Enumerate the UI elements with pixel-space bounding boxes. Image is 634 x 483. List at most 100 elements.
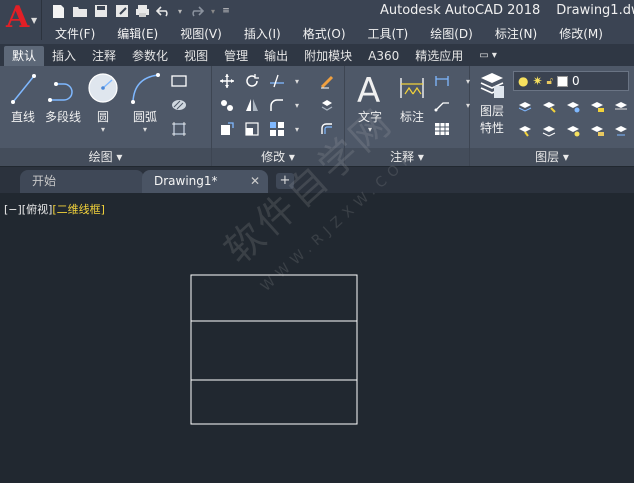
layer-unlock-icon[interactable] [588,121,606,139]
save-as-icon[interactable] [113,3,130,20]
layer-make-current-icon[interactable] [516,121,534,139]
layers-panel: 图层 特性 ● ✷ 🔓︎ 0 图层 ▾ [470,66,634,166]
chevron-down-icon[interactable]: ▾ [124,125,166,134]
window-title: Autodesk AutoCAD 2018 Drawing1.dwg [380,3,634,18]
sun-icon[interactable]: ✷ [532,74,542,88]
menu-view[interactable]: 视图(V) [169,24,233,44]
menu-draw[interactable]: 绘图(D) [419,24,484,44]
open-folder-icon[interactable] [71,3,88,20]
tab-a360[interactable]: A360 [360,46,407,66]
customize-toolbar-icon[interactable]: ≡ [221,3,231,20]
undo-icon[interactable] [155,3,172,20]
tab-addins[interactable]: 附加模块 [296,46,360,66]
layer-off-icon[interactable] [516,97,534,115]
undo-dropdown-icon[interactable]: ▾ [176,3,184,20]
layer-tools [516,97,630,139]
redo-dropdown-icon[interactable]: ▾ [209,3,217,20]
circle-tool[interactable]: 圆 ▾ [82,70,124,134]
rotate-icon[interactable] [243,72,261,90]
ribbon-display-toggle[interactable]: ▭ ▾ [471,46,505,66]
visual-style-label[interactable]: [二维线框] [52,203,105,216]
menu-edit[interactable]: 编辑(E) [106,24,169,44]
tab-annotate[interactable]: 注释 [84,46,124,66]
line-tool-label: 直线 [10,110,35,124]
layer-lock-icon[interactable] [588,97,606,115]
layer-thaw-icon[interactable] [564,121,582,139]
trim-icon[interactable] [268,72,286,90]
scale-icon[interactable] [243,120,261,138]
modify-tools: ▾ ▾ ▾ [218,72,336,138]
save-icon[interactable] [92,3,109,20]
viewport-controls[interactable]: [−][俯视][二维线框] [4,201,105,217]
layer-previous-icon[interactable] [612,121,630,139]
dimension-tool[interactable]: 标注 [391,70,433,125]
menu-tools[interactable]: 工具(T) [357,24,420,44]
copy-icon[interactable] [218,96,236,114]
layer-isolate-icon[interactable] [540,97,558,115]
view-cube-label[interactable]: [−][俯视] [4,203,52,216]
line-tool[interactable]: 直线 [2,70,44,125]
new-file-icon[interactable] [50,3,67,20]
tab-output[interactable]: 输出 [256,46,296,66]
print-icon[interactable] [134,3,151,20]
layer-properties-label-2: 特性 [479,121,504,135]
menu-format[interactable]: 格式(O) [292,24,357,44]
erase-icon[interactable] [318,72,336,90]
hatch-icon[interactable] [170,96,188,114]
file-name: Drawing1.dwg [556,3,634,18]
dimension-tool-label: 标注 [399,110,424,124]
tab-view[interactable]: 视图 [176,46,216,66]
array-icon[interactable] [268,120,286,138]
drawing-viewport[interactable]: [−][俯视][二维线框] 软件自学网 WWW.RJZXW.COM [0,99,634,483]
redo-icon[interactable] [188,3,205,20]
polyline-tool[interactable]: 多段线 [42,70,84,125]
tab-parametric[interactable]: 参数化 [124,46,176,66]
drawn-rectangle[interactable] [190,274,358,425]
tab-featured-apps[interactable]: 精选应用 [407,46,471,66]
title-bar: A ▼ ▾ ▾ ≡ Autodesk AutoCAD 2018 Drawing1.… [0,0,634,44]
linear-dimension-icon[interactable] [433,72,451,90]
polyline-tool-label: 多段线 [44,110,81,124]
draw-panel-title[interactable]: 绘图 ▾ [0,148,211,166]
lightbulb-icon[interactable]: ● [518,74,528,88]
circle-icon [88,73,118,103]
layer-properties-icon [480,73,504,98]
polyline-icon [48,82,73,102]
chevron-down-icon[interactable]: ▾ [293,120,301,138]
layer-walk-icon[interactable] [612,97,630,115]
application-menu-button[interactable]: A ▼ [0,0,42,40]
app-name: Autodesk AutoCAD 2018 [380,3,541,18]
arc-tool[interactable]: 圆弧 ▾ [124,70,166,134]
chevron-down-icon[interactable]: ▾ [293,72,301,90]
layer-properties-tool[interactable]: 图层 特性 [472,70,512,136]
menu-modify[interactable]: 修改(M) [548,24,614,44]
fillet-icon[interactable] [268,96,286,114]
menu-dimension[interactable]: 标注(N) [484,24,548,44]
boundary-icon[interactable] [170,120,188,138]
chevron-down-icon[interactable]: ▾ [293,96,301,114]
layer-freeze-icon[interactable] [564,97,582,115]
layer-match-icon[interactable] [540,121,558,139]
tab-drawing1[interactable]: Drawing1* ✕ [142,170,268,193]
chevron-down-icon[interactable]: ▾ [82,125,124,134]
layer-color-swatch[interactable] [557,75,569,87]
leader-icon[interactable] [433,96,451,114]
arc-icon [131,73,160,104]
chevron-down-icon: ▼ [31,16,38,25]
explode-icon[interactable] [318,96,336,114]
stretch-icon[interactable] [218,120,236,138]
tab-insert[interactable]: 插入 [44,46,84,66]
mirror-icon[interactable] [243,96,261,114]
tab-start[interactable]: 开始 [20,170,144,193]
rectangle-icon[interactable] [170,72,188,90]
lock-open-icon[interactable]: 🔓︎ [547,76,553,87]
tab-manage[interactable]: 管理 [216,46,256,66]
menu-insert[interactable]: 插入(I) [233,24,292,44]
layer-dropdown[interactable]: ● ✷ 🔓︎ 0 [513,71,629,91]
layers-panel-title[interactable]: 图层 ▾ [470,148,634,166]
menu-file[interactable]: 文件(F) [44,24,106,44]
tab-default[interactable]: 默认 [4,46,45,66]
move-icon[interactable] [218,72,236,90]
table-icon[interactable] [433,120,451,138]
annotation-small-tools: ▾ ▾ [433,72,470,138]
